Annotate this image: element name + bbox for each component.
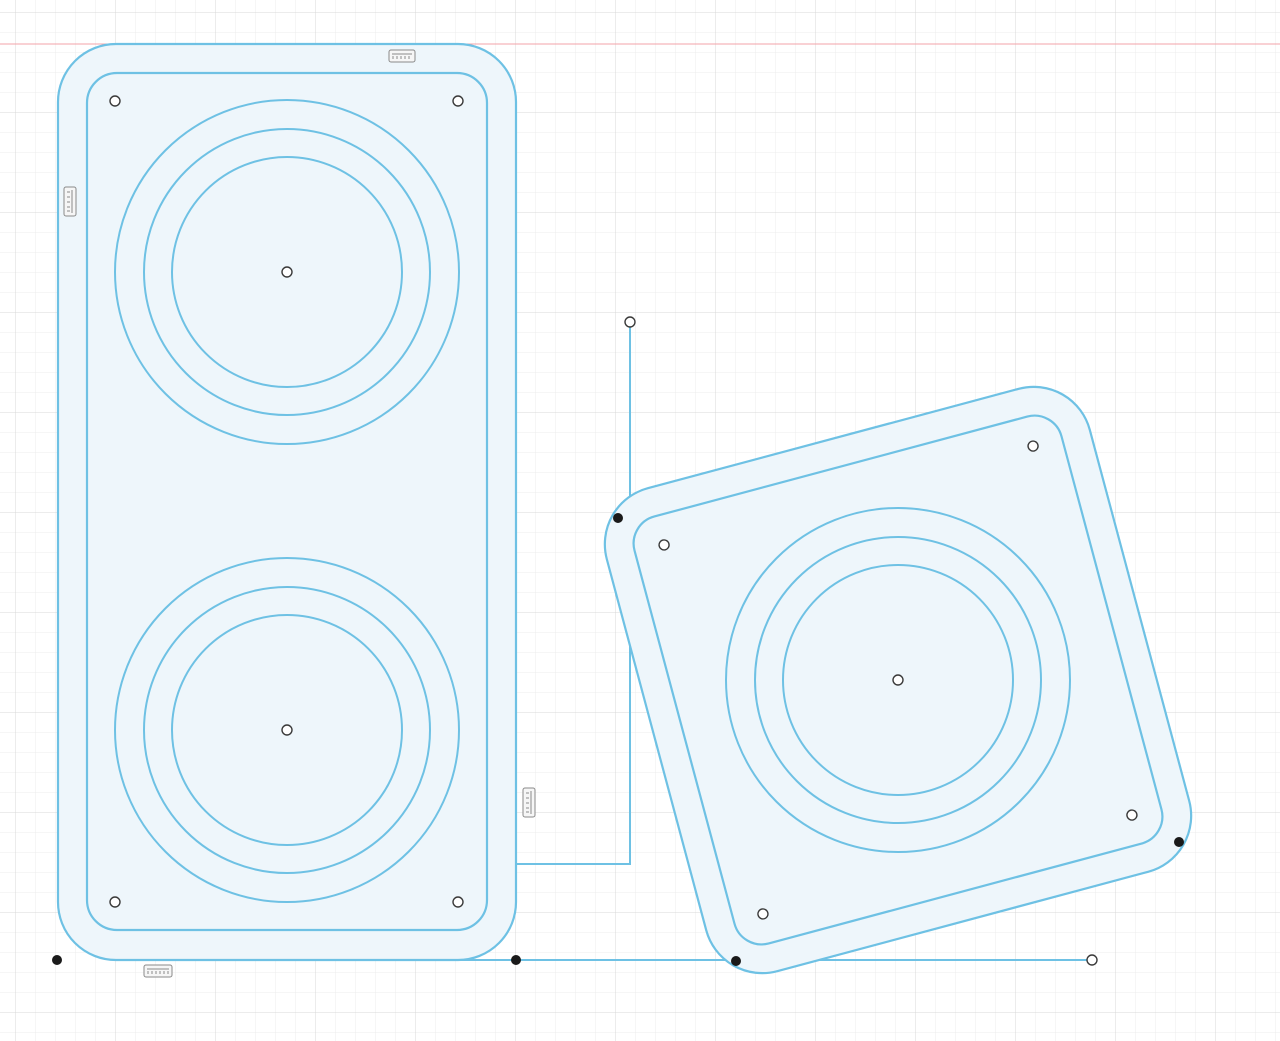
mount-hole-bottom-left[interactable] (109, 896, 121, 908)
lower-driver-center-point[interactable] (281, 724, 293, 736)
mount-hole-bottom-right[interactable] (452, 896, 464, 908)
horizontal-constraint-icon[interactable] (388, 49, 416, 63)
mount-hole-top-right[interactable] (452, 95, 464, 107)
upper-driver-center-point[interactable] (281, 266, 293, 278)
sketch-canvas[interactable] (0, 0, 1280, 1041)
square-driver-center-point[interactable] (892, 674, 904, 686)
fixed-point-baseline-mid[interactable] (731, 956, 741, 966)
vertical-constraint-icon[interactable] (522, 787, 536, 818)
rectangular-speaker-plate[interactable] (56, 42, 518, 962)
mount-hole-top-left[interactable] (109, 95, 121, 107)
fixed-point-square-corner[interactable] (1174, 837, 1184, 847)
horizontal-constraint-icon[interactable] (143, 964, 173, 978)
guide-top-endpoint[interactable] (624, 316, 636, 328)
baseline-end-point[interactable] (1086, 954, 1098, 966)
fixed-point-pivot[interactable] (613, 513, 623, 523)
fixed-point-left[interactable] (52, 955, 62, 965)
fixed-point-plate-corner[interactable] (511, 955, 521, 965)
vertical-constraint-icon[interactable] (63, 186, 77, 217)
